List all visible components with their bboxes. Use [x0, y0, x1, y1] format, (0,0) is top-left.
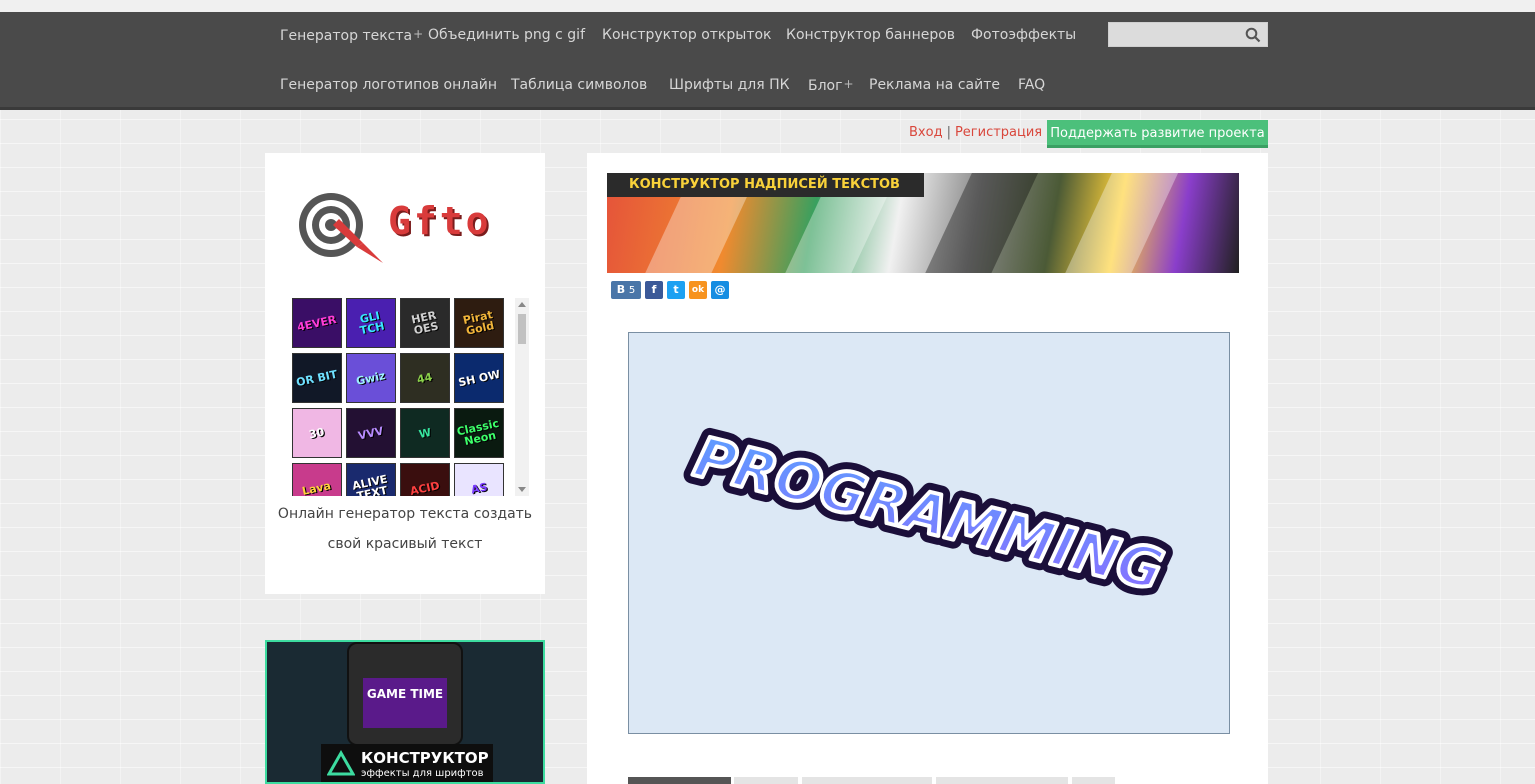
login-link[interactable]: Вход: [909, 125, 943, 140]
banner-stripe: [1047, 173, 1187, 273]
effect-thumbnail-label: Gwiz: [355, 368, 387, 388]
ad-screen-text: GAME TIME: [366, 687, 444, 701]
effect-thumbnail[interactable]: HER OES: [400, 298, 450, 348]
twitter-icon: t: [673, 283, 679, 296]
effect-thumbnail[interactable]: 4EVER: [292, 298, 342, 348]
sidebar-ad[interactable]: GAME TIME КОНСТРУКТОР эффекты для шрифто…: [265, 640, 545, 784]
nav-item-postcard-builder[interactable]: Конструктор открыток: [602, 27, 772, 43]
effect-thumbnail[interactable]: ACID: [400, 463, 450, 496]
nav-item-text-generator[interactable]: Генератор текста+: [280, 27, 423, 44]
facebook-share-button[interactable]: f: [645, 281, 663, 299]
effect-thumbnail-label: OR BIT: [295, 367, 339, 389]
effect-thumbnail-label: SH OW: [456, 367, 502, 389]
effect-thumbnail-label: VVV: [357, 423, 385, 443]
odnoklassniki-icon: ok: [691, 285, 705, 295]
effect-thumbnail-label: AS: [469, 479, 489, 496]
effect-thumbnail[interactable]: Classic Neon: [454, 408, 504, 458]
gallery-scrollbar[interactable]: [515, 298, 529, 496]
effect-thumbnail-label: ACID: [409, 478, 441, 496]
tab-1[interactable]: [628, 777, 731, 784]
plus-icon: +: [843, 77, 854, 91]
effect-thumbnail[interactable]: AS: [454, 463, 504, 496]
nav-item-photo-effects[interactable]: Фотоэффекты: [971, 27, 1076, 43]
phone-mockup: GAME TIME: [347, 642, 463, 746]
nav-item-banner-builder[interactable]: Конструктор баннеров: [786, 27, 955, 43]
effect-thumbnail[interactable]: Lava: [292, 463, 342, 496]
tab-4[interactable]: [936, 777, 1068, 784]
svg-text:PROGRAMMING: PROGRAMMING: [688, 425, 1169, 604]
nav-item-blog[interactable]: Блог+: [808, 77, 854, 94]
effect-thumbnail[interactable]: SH OW: [454, 353, 504, 403]
nav-item-faq[interactable]: FAQ: [1018, 77, 1045, 93]
ad-title: КОНСТРУКТОР: [361, 749, 489, 767]
promo-banner[interactable]: КОНСТРУКТОР НАДПИСЕЙ ТЕКСТОВ: [607, 173, 1239, 273]
facebook-icon: f: [651, 283, 657, 296]
effect-thumbnail[interactable]: 44: [400, 353, 450, 403]
twitter-share-button[interactable]: t: [667, 281, 685, 299]
odnoklassniki-share-button[interactable]: ok: [689, 281, 707, 299]
auth-links: Вход|Регистрация|: [909, 125, 1055, 140]
effect-thumbnail[interactable]: OR BIT: [292, 353, 342, 403]
separator: |: [946, 125, 951, 140]
nav-item-merge-png-gif[interactable]: Объединить png с gif: [428, 27, 585, 43]
tab-2[interactable]: [734, 777, 798, 784]
effect-thumbnail[interactable]: Gwiz: [346, 353, 396, 403]
site-logo[interactable]: Gfto: [295, 187, 495, 263]
effect-thumbnail[interactable]: VVV: [346, 408, 396, 458]
effect-thumbnail[interactable]: ALIVE TEXT: [346, 463, 396, 496]
nav-item-symbol-table[interactable]: Таблица символов: [511, 77, 647, 93]
register-link[interactable]: Регистрация: [955, 125, 1042, 140]
text-preview-canvas[interactable]: PROGRAMMING PROGRAMMING: [628, 332, 1230, 734]
scroll-thumb[interactable]: [518, 314, 526, 344]
sidebar-caption: Онлайн генератор текста создать свой кра…: [277, 506, 533, 552]
nav-item-label: Генератор текста: [280, 28, 413, 44]
support-project-button[interactable]: Поддержать развитие проекта: [1047, 120, 1268, 148]
nav-item-label: Блог: [808, 78, 843, 94]
triangle-logo-icon: [327, 750, 355, 776]
effect-thumbnail-label: 4EVER: [296, 312, 338, 334]
effect-thumbnail-label: Lava: [301, 478, 333, 496]
target-brush-icon: [299, 193, 383, 263]
effect-thumbnail-label: W: [417, 425, 433, 441]
logo-text: Gfto: [388, 199, 492, 243]
effect-thumbnail-label: GLI TCH: [358, 309, 386, 338]
sidebar: Gfto 4EVER GLI TCH HER OES Pirat Gold OR BIT…: [265, 153, 545, 594]
effect-thumbnail[interactable]: Pirat Gold: [454, 298, 504, 348]
banner-stripe: [907, 173, 1047, 273]
vk-icon: В: [616, 283, 626, 296]
effect-thumbnail-label: HER OES: [410, 308, 440, 338]
main-navigation: Генератор текста+ Объединить png с gif К…: [0, 12, 1535, 110]
tab-5[interactable]: [1072, 777, 1115, 784]
effect-thumbnail[interactable]: 30: [292, 408, 342, 458]
mail-share-button[interactable]: @: [711, 281, 729, 299]
effect-thumbnail-label: Classic Neon: [455, 416, 501, 449]
search-icon[interactable]: [1245, 27, 1261, 43]
effect-thumbnail-label: 44: [416, 370, 434, 386]
banner-title: КОНСТРУКТОР НАДПИСЕЙ ТЕКСТОВ: [607, 173, 924, 197]
nav-item-logo-generator[interactable]: Генератор логотипов онлайн: [280, 77, 497, 93]
effect-thumbnail-label: 30: [308, 425, 326, 441]
phone-screen: GAME TIME: [363, 678, 447, 728]
ad-banner: КОНСТРУКТОР эффекты для шрифтов: [321, 744, 493, 782]
search-input[interactable]: [1109, 23, 1239, 46]
effect-thumbnail[interactable]: GLI TCH: [346, 298, 396, 348]
plus-icon: +: [413, 27, 424, 41]
effect-thumbnail[interactable]: W: [400, 408, 450, 458]
vk-share-button[interactable]: В 5: [611, 281, 641, 299]
share-count: 5: [628, 285, 636, 296]
effect-thumbnail-label: Pirat Gold: [461, 308, 496, 338]
nav-item-pc-fonts[interactable]: Шрифты для ПК: [669, 77, 790, 93]
main-content: КОНСТРУКТОР НАДПИСЕЙ ТЕКСТОВ В 5 f t ok …: [587, 153, 1268, 784]
nav-item-advertising[interactable]: Реклама на сайте: [869, 77, 1000, 93]
scroll-up-icon[interactable]: [518, 302, 526, 307]
ad-subtitle: эффекты для шрифтов: [361, 768, 484, 779]
effect-thumbnail-label: ALIVE TEXT: [351, 472, 389, 496]
tab-3[interactable]: [802, 777, 932, 784]
effects-gallery: 4EVER GLI TCH HER OES Pirat Gold OR BIT Gwiz 4…: [292, 298, 530, 496]
graffiti-text-image: PROGRAMMING PROGRAMMING: [679, 416, 1178, 613]
top-strip: [0, 0, 1535, 12]
scroll-down-icon[interactable]: [518, 487, 526, 492]
search-box: [1108, 22, 1268, 47]
mail-icon: @: [714, 283, 726, 296]
